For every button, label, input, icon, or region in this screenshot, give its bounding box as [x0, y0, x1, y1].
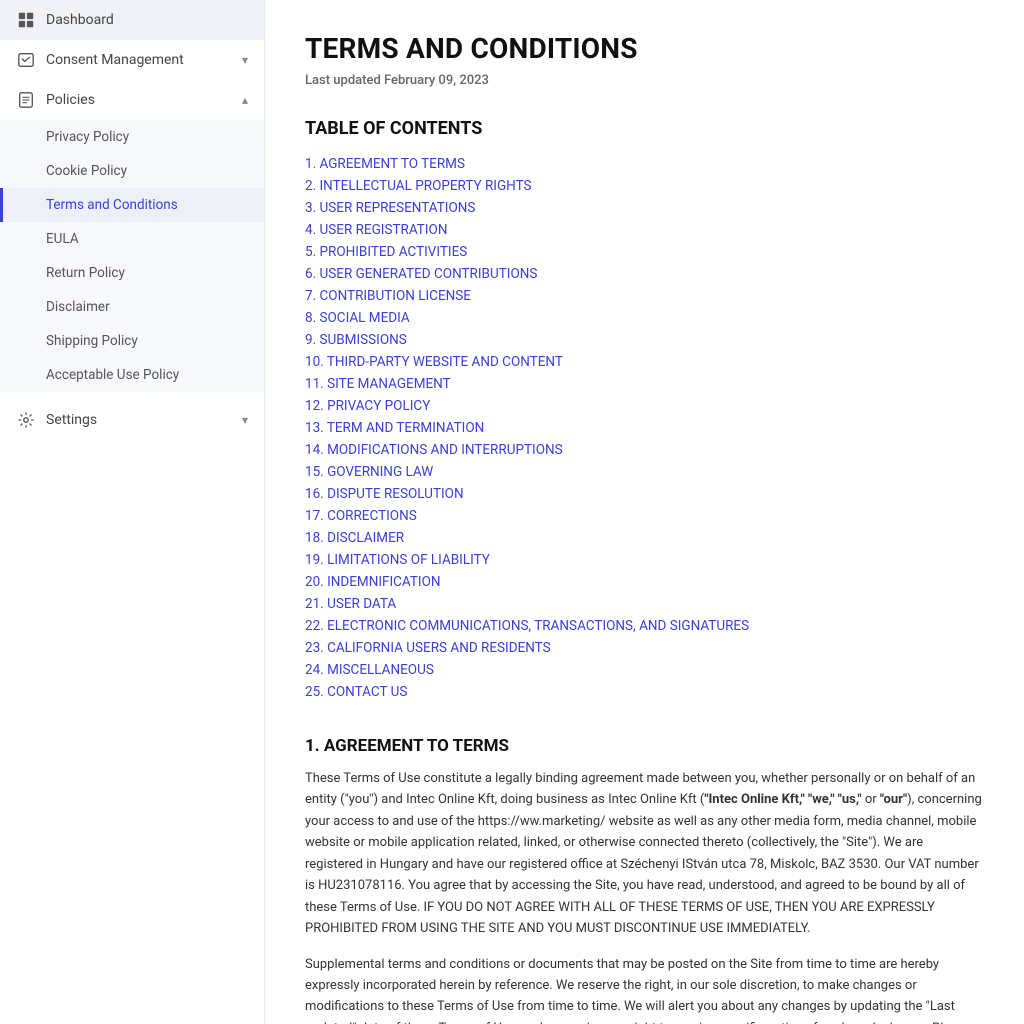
submenu-item-disclaimer[interactable]: Disclaimer	[0, 290, 264, 324]
page-title: TERMS AND CONDITIONS	[305, 32, 984, 65]
last-updated-text: Last updated February 09, 2023	[305, 73, 984, 88]
consent-management-chevron-icon: ▾	[242, 53, 248, 67]
toc-link[interactable]: 20. INDEMNIFICATION	[305, 574, 441, 590]
settings-icon	[16, 410, 36, 430]
toc-list: 1. AGREEMENT TO TERMS 2. INTELLECTUAL PRO…	[305, 153, 984, 700]
toc-link[interactable]: 21. USER DATA	[305, 596, 396, 612]
toc-link[interactable]: 6. USER GENERATED CONTRIBUTIONS	[305, 266, 537, 282]
policies-label: Policies	[46, 92, 95, 108]
sidebar-item-settings[interactable]: Settings ▾	[0, 400, 264, 440]
section1-paragraph1: These Terms of Use constitute a legally …	[305, 768, 984, 940]
section1-heading: 1. AGREEMENT TO TERMS	[305, 736, 984, 756]
toc-link[interactable]: 5. PROHIBITED ACTIVITIES	[305, 244, 467, 260]
settings-label: Settings	[46, 412, 97, 428]
toc-link[interactable]: 16. DISPUTE RESOLUTION	[305, 486, 464, 502]
toc-link[interactable]: 19. LIMITATIONS OF LIABILITY	[305, 552, 490, 568]
toc-link[interactable]: 4. USER REGISTRATION	[305, 222, 447, 238]
submenu-item-eula[interactable]: EULA	[0, 222, 264, 256]
sidebar-item-dashboard[interactable]: Dashboard	[0, 0, 264, 40]
section1-paragraph2: Supplemental terms and conditions or doc…	[305, 954, 984, 1024]
policies-submenu: Privacy Policy Cookie Policy Terms and C…	[0, 120, 264, 392]
toc-link[interactable]: 1. AGREEMENT TO TERMS	[305, 156, 465, 172]
policies-icon	[16, 90, 36, 110]
toc-link[interactable]: 2. INTELLECTUAL PROPERTY RIGHTS	[305, 178, 532, 194]
toc-link[interactable]: 23. CALIFORNIA USERS AND RESIDENTS	[305, 640, 551, 656]
toc-link[interactable]: 17. CORRECTIONS	[305, 508, 417, 524]
toc-link[interactable]: 8. SOCIAL MEDIA	[305, 310, 410, 326]
toc-link[interactable]: 22. ELECTRONIC COMMUNICATIONS, TRANSACTI…	[305, 618, 749, 634]
toc-link[interactable]: 14. MODIFICATIONS AND INTERRUPTIONS	[305, 442, 563, 458]
sidebar-item-policies[interactable]: Policies ▴	[0, 80, 264, 120]
dashboard-label: Dashboard	[46, 12, 114, 28]
policies-chevron-icon: ▴	[242, 93, 248, 107]
submenu-item-cookie-policy[interactable]: Cookie Policy	[0, 154, 264, 188]
sidebar-item-consent-management[interactable]: Consent Management ▾	[0, 40, 264, 80]
toc-link[interactable]: 18. DISCLAIMER	[305, 530, 404, 546]
toc-link[interactable]: 13. TERM AND TERMINATION	[305, 420, 484, 436]
toc-link[interactable]: 10. THIRD-PARTY WEBSITE AND CONTENT	[305, 354, 563, 370]
consent-icon	[16, 50, 36, 70]
settings-chevron-icon: ▾	[242, 413, 248, 427]
toc-link[interactable]: 24. MISCELLANEOUS	[305, 662, 434, 678]
toc-link[interactable]: 15. GOVERNING LAW	[305, 464, 433, 480]
toc-link[interactable]: 25. CONTACT US	[305, 684, 407, 700]
submenu-item-terms-and-conditions[interactable]: Terms and Conditions	[0, 188, 264, 222]
submenu-item-acceptable-use-policy[interactable]: Acceptable Use Policy	[0, 358, 264, 392]
toc-link[interactable]: 9. SUBMISSIONS	[305, 332, 407, 348]
submenu-item-privacy-policy[interactable]: Privacy Policy	[0, 120, 264, 154]
dashboard-icon	[16, 10, 36, 30]
toc-link[interactable]: 12. PRIVACY POLICY	[305, 398, 430, 414]
toc-link[interactable]: 3. USER REPRESENTATIONS	[305, 200, 475, 216]
main-content: TERMS AND CONDITIONS Last updated Februa…	[265, 0, 1024, 1024]
submenu-item-return-policy[interactable]: Return Policy	[0, 256, 264, 290]
consent-management-label: Consent Management	[46, 52, 184, 68]
sidebar: Dashboard Consent Management ▾ Policies …	[0, 0, 265, 1024]
submenu-item-shipping-policy[interactable]: Shipping Policy	[0, 324, 264, 358]
toc-heading: TABLE OF CONTENTS	[305, 118, 984, 139]
toc-link[interactable]: 11. SITE MANAGEMENT	[305, 376, 451, 392]
toc-link[interactable]: 7. CONTRIBUTION LICENSE	[305, 288, 471, 304]
